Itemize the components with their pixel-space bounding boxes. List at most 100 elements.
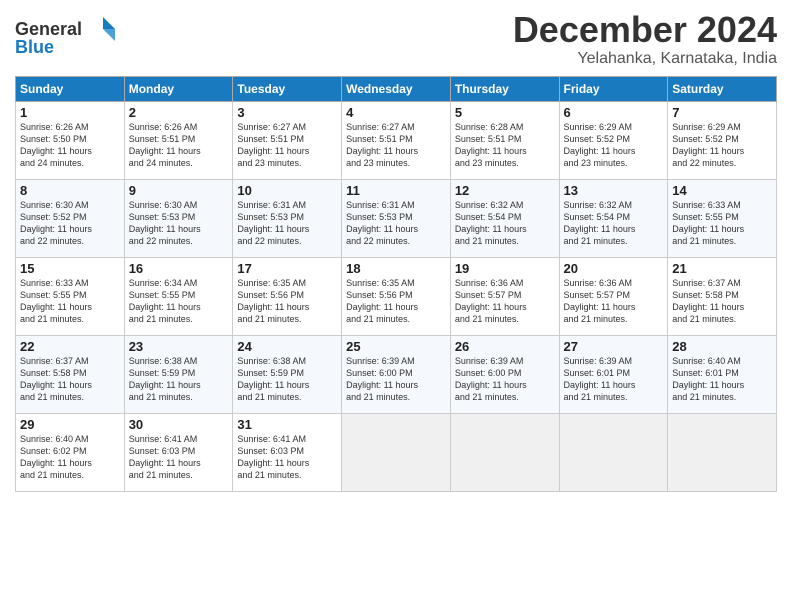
calendar-cell: 13Sunrise: 6:32 AM Sunset: 5:54 PM Dayli… bbox=[559, 179, 668, 257]
calendar-cell: 5Sunrise: 6:28 AM Sunset: 5:51 PM Daylig… bbox=[450, 101, 559, 179]
day-info: Sunrise: 6:38 AM Sunset: 5:59 PM Dayligh… bbox=[237, 355, 337, 404]
calendar-cell: 8Sunrise: 6:30 AM Sunset: 5:52 PM Daylig… bbox=[16, 179, 125, 257]
header: General Blue December 2024 Yelahanka, Ka… bbox=[15, 10, 777, 68]
day-number: 29 bbox=[20, 417, 120, 432]
day-number: 7 bbox=[672, 105, 772, 120]
day-number: 28 bbox=[672, 339, 772, 354]
day-info: Sunrise: 6:36 AM Sunset: 5:57 PM Dayligh… bbox=[564, 277, 664, 326]
calendar-cell: 26Sunrise: 6:39 AM Sunset: 6:00 PM Dayli… bbox=[450, 335, 559, 413]
day-number: 30 bbox=[129, 417, 229, 432]
day-number: 8 bbox=[20, 183, 120, 198]
svg-text:Blue: Blue bbox=[15, 37, 54, 57]
page: General Blue December 2024 Yelahanka, Ka… bbox=[0, 0, 792, 502]
day-number: 24 bbox=[237, 339, 337, 354]
day-number: 31 bbox=[237, 417, 337, 432]
calendar-cell: 15Sunrise: 6:33 AM Sunset: 5:55 PM Dayli… bbox=[16, 257, 125, 335]
day-number: 6 bbox=[564, 105, 664, 120]
day-number: 5 bbox=[455, 105, 555, 120]
calendar-cell: 25Sunrise: 6:39 AM Sunset: 6:00 PM Dayli… bbox=[342, 335, 451, 413]
calendar-cell: 28Sunrise: 6:40 AM Sunset: 6:01 PM Dayli… bbox=[668, 335, 777, 413]
calendar-cell bbox=[668, 413, 777, 491]
calendar-cell: 18Sunrise: 6:35 AM Sunset: 5:56 PM Dayli… bbox=[342, 257, 451, 335]
calendar-cell: 12Sunrise: 6:32 AM Sunset: 5:54 PM Dayli… bbox=[450, 179, 559, 257]
calendar-cell: 30Sunrise: 6:41 AM Sunset: 6:03 PM Dayli… bbox=[124, 413, 233, 491]
day-info: Sunrise: 6:30 AM Sunset: 5:53 PM Dayligh… bbox=[129, 199, 229, 248]
day-info: Sunrise: 6:26 AM Sunset: 5:51 PM Dayligh… bbox=[129, 121, 229, 170]
calendar-cell: 9Sunrise: 6:30 AM Sunset: 5:53 PM Daylig… bbox=[124, 179, 233, 257]
calendar-cell: 7Sunrise: 6:29 AM Sunset: 5:52 PM Daylig… bbox=[668, 101, 777, 179]
day-number: 9 bbox=[129, 183, 229, 198]
calendar-cell: 27Sunrise: 6:39 AM Sunset: 6:01 PM Dayli… bbox=[559, 335, 668, 413]
calendar-cell: 3Sunrise: 6:27 AM Sunset: 5:51 PM Daylig… bbox=[233, 101, 342, 179]
logo-text: General Blue bbox=[15, 15, 125, 65]
month-title: December 2024 bbox=[513, 10, 777, 50]
day-info: Sunrise: 6:36 AM Sunset: 5:57 PM Dayligh… bbox=[455, 277, 555, 326]
day-info: Sunrise: 6:37 AM Sunset: 5:58 PM Dayligh… bbox=[20, 355, 120, 404]
day-info: Sunrise: 6:33 AM Sunset: 5:55 PM Dayligh… bbox=[672, 199, 772, 248]
day-info: Sunrise: 6:32 AM Sunset: 5:54 PM Dayligh… bbox=[564, 199, 664, 248]
calendar-cell: 10Sunrise: 6:31 AM Sunset: 5:53 PM Dayli… bbox=[233, 179, 342, 257]
day-info: Sunrise: 6:32 AM Sunset: 5:54 PM Dayligh… bbox=[455, 199, 555, 248]
day-number: 1 bbox=[20, 105, 120, 120]
day-info: Sunrise: 6:27 AM Sunset: 5:51 PM Dayligh… bbox=[346, 121, 446, 170]
day-info: Sunrise: 6:26 AM Sunset: 5:50 PM Dayligh… bbox=[20, 121, 120, 170]
day-info: Sunrise: 6:37 AM Sunset: 5:58 PM Dayligh… bbox=[672, 277, 772, 326]
day-number: 25 bbox=[346, 339, 446, 354]
day-info: Sunrise: 6:29 AM Sunset: 5:52 PM Dayligh… bbox=[564, 121, 664, 170]
calendar-week-5: 29Sunrise: 6:40 AM Sunset: 6:02 PM Dayli… bbox=[16, 413, 777, 491]
day-number: 27 bbox=[564, 339, 664, 354]
day-info: Sunrise: 6:31 AM Sunset: 5:53 PM Dayligh… bbox=[237, 199, 337, 248]
day-info: Sunrise: 6:39 AM Sunset: 6:00 PM Dayligh… bbox=[346, 355, 446, 404]
day-number: 16 bbox=[129, 261, 229, 276]
day-number: 15 bbox=[20, 261, 120, 276]
day-number: 4 bbox=[346, 105, 446, 120]
calendar-cell: 4Sunrise: 6:27 AM Sunset: 5:51 PM Daylig… bbox=[342, 101, 451, 179]
day-info: Sunrise: 6:40 AM Sunset: 6:01 PM Dayligh… bbox=[672, 355, 772, 404]
day-info: Sunrise: 6:35 AM Sunset: 5:56 PM Dayligh… bbox=[237, 277, 337, 326]
calendar-week-2: 8Sunrise: 6:30 AM Sunset: 5:52 PM Daylig… bbox=[16, 179, 777, 257]
calendar-cell: 19Sunrise: 6:36 AM Sunset: 5:57 PM Dayli… bbox=[450, 257, 559, 335]
day-number: 19 bbox=[455, 261, 555, 276]
day-number: 10 bbox=[237, 183, 337, 198]
day-info: Sunrise: 6:41 AM Sunset: 6:03 PM Dayligh… bbox=[237, 433, 337, 482]
day-number: 13 bbox=[564, 183, 664, 198]
day-number: 14 bbox=[672, 183, 772, 198]
col-thursday: Thursday bbox=[450, 76, 559, 101]
day-info: Sunrise: 6:27 AM Sunset: 5:51 PM Dayligh… bbox=[237, 121, 337, 170]
calendar-cell: 20Sunrise: 6:36 AM Sunset: 5:57 PM Dayli… bbox=[559, 257, 668, 335]
day-info: Sunrise: 6:39 AM Sunset: 6:01 PM Dayligh… bbox=[564, 355, 664, 404]
calendar-cell bbox=[450, 413, 559, 491]
day-info: Sunrise: 6:29 AM Sunset: 5:52 PM Dayligh… bbox=[672, 121, 772, 170]
calendar-cell: 2Sunrise: 6:26 AM Sunset: 5:51 PM Daylig… bbox=[124, 101, 233, 179]
calendar-cell: 24Sunrise: 6:38 AM Sunset: 5:59 PM Dayli… bbox=[233, 335, 342, 413]
calendar-cell: 17Sunrise: 6:35 AM Sunset: 5:56 PM Dayli… bbox=[233, 257, 342, 335]
day-info: Sunrise: 6:38 AM Sunset: 5:59 PM Dayligh… bbox=[129, 355, 229, 404]
day-info: Sunrise: 6:35 AM Sunset: 5:56 PM Dayligh… bbox=[346, 277, 446, 326]
day-info: Sunrise: 6:31 AM Sunset: 5:53 PM Dayligh… bbox=[346, 199, 446, 248]
calendar-cell: 23Sunrise: 6:38 AM Sunset: 5:59 PM Dayli… bbox=[124, 335, 233, 413]
col-friday: Friday bbox=[559, 76, 668, 101]
day-info: Sunrise: 6:41 AM Sunset: 6:03 PM Dayligh… bbox=[129, 433, 229, 482]
calendar-cell: 29Sunrise: 6:40 AM Sunset: 6:02 PM Dayli… bbox=[16, 413, 125, 491]
calendar-week-4: 22Sunrise: 6:37 AM Sunset: 5:58 PM Dayli… bbox=[16, 335, 777, 413]
calendar-week-1: 1Sunrise: 6:26 AM Sunset: 5:50 PM Daylig… bbox=[16, 101, 777, 179]
calendar-cell bbox=[342, 413, 451, 491]
day-number: 11 bbox=[346, 183, 446, 198]
calendar-cell bbox=[559, 413, 668, 491]
calendar-cell: 1Sunrise: 6:26 AM Sunset: 5:50 PM Daylig… bbox=[16, 101, 125, 179]
calendar-cell: 6Sunrise: 6:29 AM Sunset: 5:52 PM Daylig… bbox=[559, 101, 668, 179]
day-info: Sunrise: 6:34 AM Sunset: 5:55 PM Dayligh… bbox=[129, 277, 229, 326]
calendar-table: Sunday Monday Tuesday Wednesday Thursday… bbox=[15, 76, 777, 492]
col-sunday: Sunday bbox=[16, 76, 125, 101]
col-monday: Monday bbox=[124, 76, 233, 101]
day-number: 22 bbox=[20, 339, 120, 354]
col-wednesday: Wednesday bbox=[342, 76, 451, 101]
day-number: 17 bbox=[237, 261, 337, 276]
day-info: Sunrise: 6:33 AM Sunset: 5:55 PM Dayligh… bbox=[20, 277, 120, 326]
col-saturday: Saturday bbox=[668, 76, 777, 101]
location: Yelahanka, Karnataka, India bbox=[513, 50, 777, 68]
day-number: 23 bbox=[129, 339, 229, 354]
header-row: Sunday Monday Tuesday Wednesday Thursday… bbox=[16, 76, 777, 101]
day-number: 12 bbox=[455, 183, 555, 198]
day-number: 21 bbox=[672, 261, 772, 276]
